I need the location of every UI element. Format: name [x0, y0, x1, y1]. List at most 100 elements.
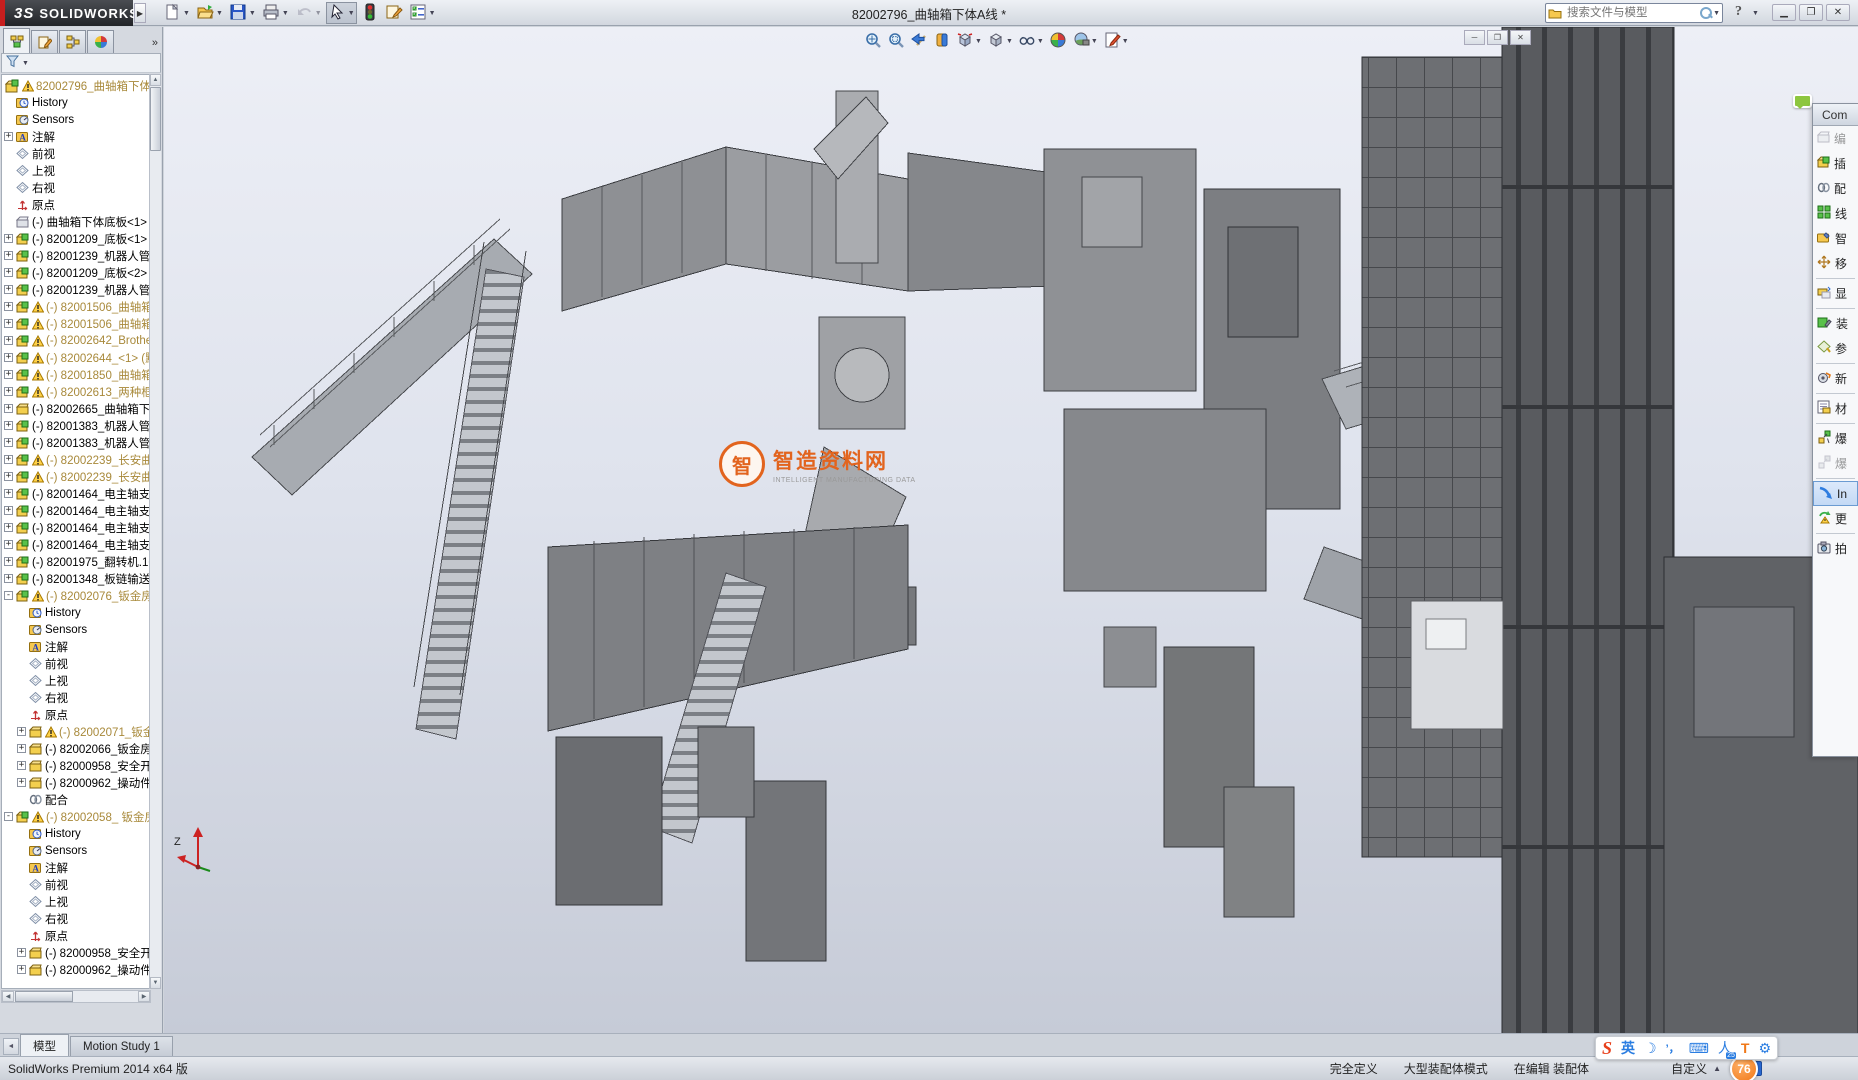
open-button[interactable]: ▼	[194, 2, 225, 24]
tree-item[interactable]: (-) 曲轴箱下体底板<1> (默认)	[2, 213, 150, 230]
model-tab[interactable]: 模型	[20, 1034, 69, 1056]
tree-item[interactable]: +(-) 82002642_Brother	[2, 332, 150, 349]
tree-expander[interactable]: +	[17, 778, 26, 787]
section-view-button[interactable]	[931, 30, 953, 53]
tree-expander[interactable]: +	[4, 319, 13, 328]
keyboard-icon[interactable]: ⌨	[1689, 1040, 1709, 1057]
smart-fasteners-button[interactable]: 智	[1813, 226, 1858, 251]
tree-expander[interactable]: +	[4, 438, 13, 447]
panel-tabs-overflow-icon[interactable]: »	[152, 37, 158, 49]
tree-item[interactable]: History	[2, 604, 150, 621]
print-button[interactable]: ▼	[260, 2, 291, 24]
dropdown-arrow-icon[interactable]: ▼	[1122, 38, 1129, 45]
tree-expander[interactable]: +	[4, 336, 13, 345]
tree-item[interactable]: 前视	[2, 876, 150, 893]
tree-expander[interactable]: +	[4, 574, 13, 583]
move-component-button[interactable]: 移	[1813, 251, 1858, 276]
tree-expander[interactable]: +	[4, 234, 13, 243]
help-button[interactable]: ?	[1735, 4, 1742, 20]
document-minimize-button[interactable]: ─	[1464, 30, 1485, 45]
tree-item[interactable]: +(-) 82001348_板链输送机	[2, 570, 150, 587]
punctuation-icon[interactable]: ’，	[1666, 1040, 1680, 1056]
tree-expander[interactable]: +	[4, 387, 13, 396]
new-motion-study-button[interactable]: 新	[1813, 366, 1858, 391]
status-customize[interactable]: 自定义▲	[1671, 1060, 1721, 1077]
tree-expander[interactable]: +	[4, 370, 13, 379]
apply-scene-button[interactable]: ▼	[1070, 30, 1100, 53]
tree-item[interactable]: +(-) 82001239_机器人管线	[2, 281, 150, 298]
sogou-logo-icon[interactable]: S	[1602, 1038, 1612, 1059]
tree-item[interactable]: +(-) 82000958_安全开关	[2, 757, 150, 774]
tree-item[interactable]: Sensors	[2, 111, 150, 128]
tree-item[interactable]: 前视	[2, 655, 150, 672]
tree-expander[interactable]: +	[4, 268, 13, 277]
dropdown-arrow-icon[interactable]: ▼	[975, 38, 982, 45]
tree-item[interactable]: 原点	[2, 927, 150, 944]
zoom-to-fit-button[interactable]	[862, 30, 884, 53]
tree-expander[interactable]: -	[4, 591, 13, 600]
display-style-button[interactable]: ▼	[985, 30, 1015, 53]
assembly-features-button[interactable]: 装	[1813, 311, 1858, 336]
comment-bubble-icon[interactable]	[1793, 94, 1812, 108]
tree-item[interactable]: +(-) 82002239_长安曲轴	[2, 451, 150, 468]
configurationmanager-tab[interactable]	[59, 30, 86, 53]
tree-expander[interactable]: +	[17, 744, 26, 753]
tree-item[interactable]: +(-) 82001506_曲轴箱对	[2, 298, 150, 315]
tree-expander[interactable]: +	[17, 761, 26, 770]
menu-expand-arrow[interactable]: ▶	[134, 3, 146, 23]
dropdown-arrow-icon[interactable]: ▼	[282, 10, 289, 17]
scroll-up-icon[interactable]: ▲	[150, 74, 161, 86]
tree-expander[interactable]: +	[4, 455, 13, 464]
propertymanager-tab[interactable]	[31, 30, 58, 53]
tree-item[interactable]: +(-) 82001464_电主轴支架	[2, 502, 150, 519]
linear-component-pattern-button[interactable]: 线	[1813, 201, 1858, 226]
tree-expander[interactable]: +	[4, 353, 13, 362]
featuremanager-tab[interactable]	[3, 28, 30, 53]
tree-vertical-scrollbar[interactable]: ▲ ▼	[149, 74, 161, 989]
tree-item[interactable]: 右视	[2, 910, 150, 927]
search-box[interactable]: ▼	[1545, 3, 1723, 23]
select-button[interactable]: ▼	[326, 2, 357, 24]
tree-item[interactable]: +(-) 82002071_钣金	[2, 723, 150, 740]
skin-person-icon[interactable]: 人25	[1718, 1038, 1732, 1058]
dropdown-arrow-icon[interactable]: ▼	[1037, 38, 1044, 45]
mate-button[interactable]: 配	[1813, 176, 1858, 201]
tree-item[interactable]: 前视	[2, 145, 150, 162]
tree-item[interactable]: 82002796_曲轴箱下体A线	[2, 77, 150, 94]
tree-item[interactable]: -(-) 82002076_钣金房组	[2, 587, 150, 604]
edit-appearance-button[interactable]	[1047, 30, 1069, 53]
update-button[interactable]: 更	[1813, 506, 1858, 531]
tree-expander[interactable]: -	[4, 812, 13, 821]
scroll-thumb[interactable]	[150, 87, 161, 151]
tree-item[interactable]: History	[2, 94, 150, 111]
explode-line-sketch-button[interactable]: 爆	[1813, 451, 1858, 476]
tree-item[interactable]: +(-) 82001464_电主轴支架	[2, 519, 150, 536]
search-input[interactable]	[1565, 6, 1699, 20]
new-button[interactable]: ▼	[161, 2, 192, 24]
tree-item[interactable]: +(-) 82001209_底板<2> (默认)	[2, 264, 150, 281]
tree-item[interactable]: Sensors	[2, 842, 150, 859]
scroll-right-icon[interactable]: ▶	[138, 991, 150, 1002]
dropdown-arrow-icon[interactable]: ▼	[1091, 38, 1098, 45]
tree-item[interactable]: +(-) 82000962_操动件<1	[2, 774, 150, 791]
restore-button[interactable]: ❐	[1799, 4, 1823, 21]
tree-item[interactable]: +(-) 82002613_两种框架	[2, 383, 150, 400]
exploded-view-button[interactable]: 爆	[1813, 426, 1858, 451]
tree-item[interactable]: 上视	[2, 672, 150, 689]
tree-item[interactable]: +A注解	[2, 128, 150, 145]
tree-item[interactable]: +(-) 82001209_底板<1> (默认)	[2, 230, 150, 247]
tree-expander[interactable]: +	[4, 285, 13, 294]
tree-item[interactable]: +(-) 82001239_机器人管线	[2, 247, 150, 264]
graphics-viewport[interactable]: ▼▼▼▼▼ ─❐✕ 智 智造资料网 INTELLIGENT MANUFACTUR…	[164, 27, 1858, 1033]
wrench-icon[interactable]: ⚙	[1758, 1040, 1771, 1057]
tree-item[interactable]: +(-) 82000962_操动件<1	[2, 961, 150, 978]
tree-expander[interactable]: +	[4, 506, 13, 515]
dropdown-arrow-icon[interactable]: ▼	[348, 10, 355, 17]
tree-item[interactable]: History	[2, 825, 150, 842]
dropdown-arrow-icon[interactable]: ▼	[183, 10, 190, 17]
dropdown-arrow-icon[interactable]: ▼	[315, 10, 322, 17]
dropdown-arrow-icon[interactable]: ▼	[249, 10, 256, 17]
hide-show-items-button[interactable]: ▼	[1016, 30, 1046, 53]
command-panel-header[interactable]: Com	[1813, 104, 1858, 126]
save-button[interactable]: ▼	[227, 2, 258, 24]
